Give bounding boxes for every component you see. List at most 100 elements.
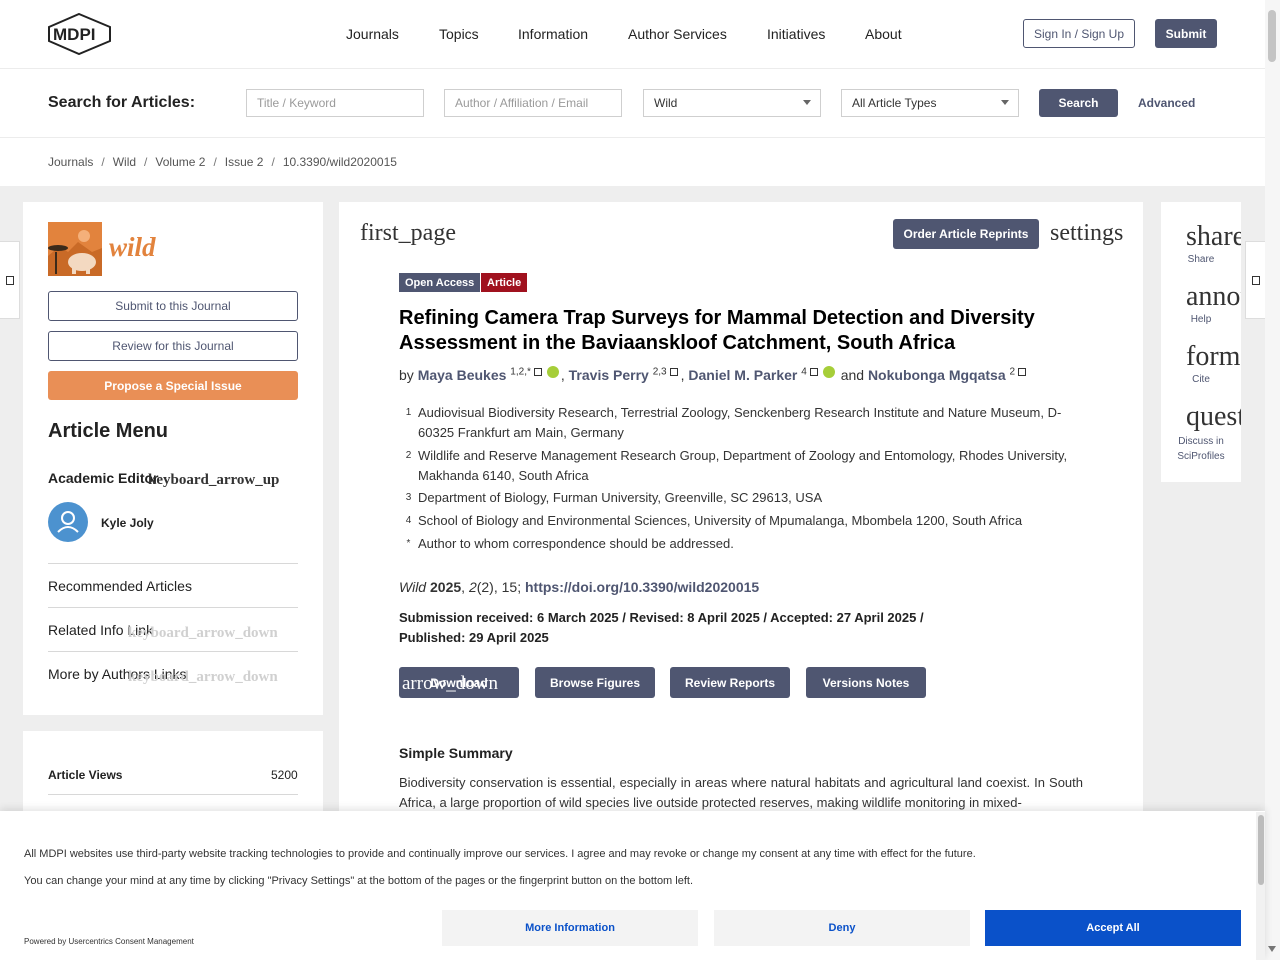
journal-cover-image[interactable] — [48, 222, 102, 276]
author-name[interactable]: Maya Beukes — [418, 367, 507, 383]
author-affiliation-input[interactable] — [444, 89, 622, 117]
consent-text-line1: All MDPI websites use third-party websit… — [24, 848, 976, 860]
email-icon[interactable] — [669, 368, 678, 376]
breadcrumb-wild[interactable]: Wild — [113, 155, 136, 169]
article-type-select-value: All Article Types — [852, 96, 937, 110]
review-for-journal-button[interactable]: Review for this Journal — [48, 331, 298, 361]
left-edge-tab[interactable] — [0, 241, 20, 319]
breadcrumb-volume[interactable]: Volume 2 — [155, 155, 205, 169]
editor-avatar — [48, 502, 88, 542]
citation-line: Wild 2025, 2(2), 15; https://doi.org/10.… — [399, 579, 760, 595]
article-views-value: 5200 — [271, 768, 298, 782]
orcid-icon[interactable] — [546, 366, 559, 378]
keyboard-arrow-up-icon[interactable]: keyboard_arrow_up — [148, 472, 279, 489]
more-information-button[interactable]: More Information — [442, 910, 698, 946]
article-type-badge: Article — [481, 273, 528, 292]
doi-link[interactable]: https://doi.org/10.3390/wild2020015 — [525, 579, 759, 595]
affiliation-number: 2 — [405, 450, 412, 461]
right-edge-tab[interactable] — [1245, 241, 1265, 319]
cite-icon[interactable]: format_quote — [1186, 341, 1241, 373]
affiliation-text: Author to whom correspondence should be … — [418, 536, 734, 551]
share-icon[interactable]: share — [1186, 221, 1241, 253]
sign-in-button[interactable]: Sign In / Sign Up — [1023, 19, 1135, 48]
affiliation-text: School of Biology and Environmental Scie… — [418, 513, 1023, 528]
consent-scrollbar-thumb[interactable] — [1258, 815, 1264, 885]
mdpi-logo[interactable]: MDPI — [47, 13, 113, 55]
submit-to-journal-button[interactable]: Submit to this Journal — [48, 291, 298, 321]
propose-special-issue-button[interactable]: Propose a Special Issue — [48, 371, 298, 400]
keyboard-arrow-down-icon: keyboard_arrow_down — [128, 669, 278, 685]
author-affiliation-sup: 2,3 — [652, 366, 667, 378]
breadcrumb: Journals / Wild / Volume 2/ Issue 2/ 10.33… — [48, 155, 397, 169]
scroll-down-arrow-icon[interactable] — [1268, 946, 1276, 952]
recommended-articles-link[interactable]: Recommended Articles — [48, 578, 192, 594]
submit-button[interactable]: Submit — [1155, 19, 1217, 48]
author-affiliation-sup: 4 — [801, 366, 807, 378]
browse-figures-button[interactable]: Browse Figures — [535, 667, 655, 698]
affiliation-number: 1 — [405, 407, 412, 418]
menu-divider — [48, 651, 298, 652]
accept-all-button[interactable]: Accept All — [985, 910, 1241, 946]
share-label[interactable]: Share — [1171, 254, 1231, 265]
panel-toggle-icon — [5, 275, 14, 285]
page-scrollbar[interactable] — [1265, 0, 1280, 960]
author-name[interactable]: Nokubonga Mgqatsa — [868, 367, 1006, 383]
review-reports-button[interactable]: Review Reports — [670, 667, 790, 698]
email-icon[interactable] — [533, 368, 542, 376]
journal-select[interactable]: Wild — [643, 89, 821, 117]
article-type-select[interactable]: All Article Types — [841, 89, 1019, 117]
versions-notes-button[interactable]: Versions Notes — [806, 667, 926, 698]
page-scrollbar-thumb[interactable] — [1268, 10, 1276, 62]
affiliation-text: Wildlife and Reserve Management Research… — [418, 448, 1068, 483]
nav-information[interactable]: Information — [518, 26, 588, 42]
cite-label[interactable]: Cite — [1171, 374, 1231, 385]
author-list: by Maya Beukes 1,2,*, Travis Perry 2,3, … — [399, 366, 1029, 383]
nav-about[interactable]: About — [865, 26, 902, 42]
search-button[interactable]: Search — [1039, 89, 1118, 117]
arrow-down-icon: arrow_down — [402, 673, 499, 694]
help-icon[interactable]: announcement — [1186, 281, 1241, 313]
first-page-icon[interactable]: first_page — [360, 220, 456, 247]
chevron-down-icon — [803, 100, 811, 105]
academic-editor-label[interactable]: Academic Editor — [48, 470, 158, 486]
editor-name[interactable]: Kyle Joly — [101, 516, 154, 530]
journal-name: wild — [109, 232, 156, 262]
affiliation-item: 3 Department of Biology, Furman Universit… — [399, 488, 1088, 511]
settings-icon[interactable]: settings — [1050, 220, 1123, 247]
author-name[interactable]: Daniel M. Parker — [688, 367, 797, 383]
nav-author-services[interactable]: Author Services — [628, 26, 727, 42]
and-label: and — [840, 367, 865, 383]
breadcrumb-journals[interactable]: Journals — [48, 155, 93, 169]
affiliation-item: 4 School of Biology and Environmental Sci… — [399, 511, 1088, 534]
menu-divider — [48, 607, 298, 608]
author-affiliation-sup: 2 — [1009, 366, 1016, 378]
cite-volume: 2 — [468, 579, 477, 595]
email-icon[interactable] — [1018, 368, 1027, 376]
journal-select-value: Wild — [654, 96, 678, 110]
chevron-down-icon — [1001, 100, 1009, 105]
order-reprints-button[interactable]: Order Article Reprints — [893, 219, 1039, 249]
email-icon[interactable] — [809, 368, 818, 376]
open-access-badge: Open Access — [399, 273, 481, 292]
article-title: Refining Camera Trap Surveys for Mammal … — [399, 307, 1035, 354]
menu-divider — [48, 563, 298, 564]
simple-summary-heading: Simple Summary — [399, 745, 513, 761]
nav-topics[interactable]: Topics — [439, 26, 479, 42]
orcid-icon[interactable] — [822, 366, 835, 378]
search-label: Search for Articles: — [48, 94, 196, 111]
help-label[interactable]: Help — [1171, 314, 1231, 325]
simple-summary-text: Biodiversity conservation is essential, … — [399, 775, 1083, 810]
advanced-search-link[interactable]: Advanced — [1138, 96, 1195, 110]
nav-initiatives[interactable]: Initiatives — [767, 26, 825, 42]
author-name[interactable]: Travis Perry — [569, 367, 649, 383]
discuss-icon[interactable]: question_answer — [1186, 401, 1241, 433]
deny-button[interactable]: Deny — [714, 910, 970, 946]
breadcrumb-issue[interactable]: Issue 2 — [225, 155, 264, 169]
title-keyword-input[interactable] — [246, 89, 424, 117]
consent-powered-by[interactable]: Powered by Usercentrics Consent Manageme… — [24, 937, 194, 946]
nav-journals[interactable]: Journals — [346, 26, 399, 42]
discuss-label[interactable]: Discuss in SciProfiles — [1171, 434, 1231, 464]
logo-text: MDPI — [53, 25, 96, 44]
panel-toggle-icon — [1251, 275, 1260, 285]
affiliation-text: Department of Biology, Furman University… — [418, 490, 823, 505]
